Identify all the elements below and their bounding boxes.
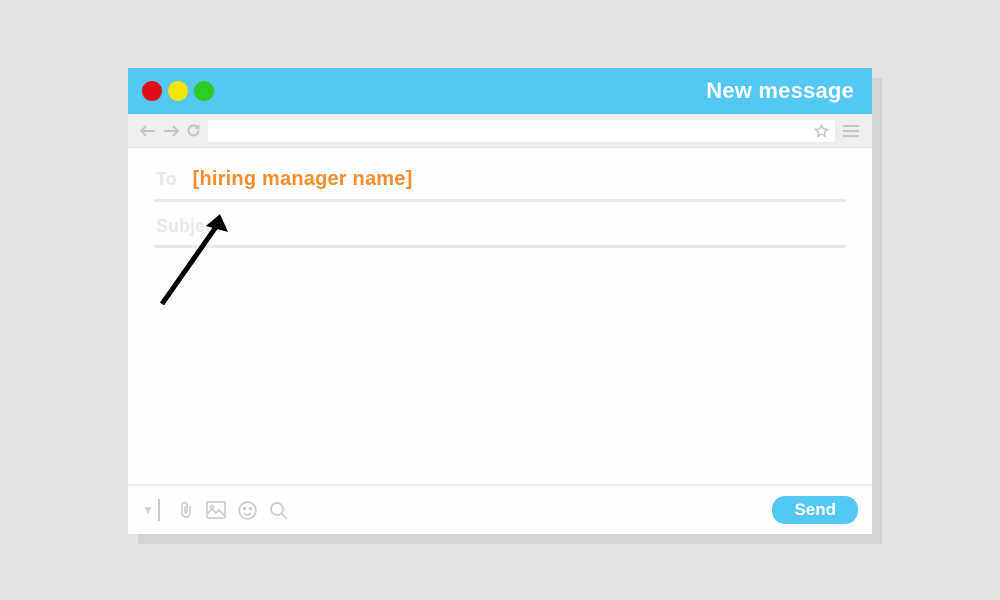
emoji-icon[interactable] — [238, 501, 257, 520]
address-bar[interactable] — [208, 120, 835, 142]
send-button[interactable]: Send — [772, 496, 858, 524]
image-icon[interactable] — [206, 501, 226, 519]
search-icon[interactable] — [269, 501, 288, 520]
forward-icon[interactable] — [163, 124, 179, 138]
subject-label: Subject — [156, 216, 221, 237]
to-value: [hiring manager name] — [193, 168, 413, 191]
expand-caret-icon[interactable]: ▼ — [142, 503, 154, 517]
close-icon[interactable] — [142, 81, 162, 101]
reload-icon[interactable] — [186, 123, 201, 138]
minimize-icon[interactable] — [168, 81, 188, 101]
compose-footer: ▼ Send — [128, 484, 872, 534]
text-cursor — [158, 499, 160, 521]
star-icon[interactable] — [814, 124, 829, 138]
window-title: New message — [706, 78, 854, 104]
subject-field-row[interactable]: Subject — [154, 212, 846, 248]
to-field-row[interactable]: To [hiring manager name] — [154, 164, 846, 202]
attachment-icon[interactable] — [178, 500, 194, 520]
titlebar: New message — [128, 68, 872, 114]
nav-toolbar — [128, 114, 872, 148]
maximize-icon[interactable] — [194, 81, 214, 101]
window-controls — [142, 81, 214, 101]
to-label: To — [156, 169, 177, 190]
compose-body: To [hiring manager name] Subject — [128, 148, 872, 484]
hamburger-icon[interactable] — [842, 124, 860, 138]
back-icon[interactable] — [140, 124, 156, 138]
compose-window: New message To [hiring manager name] Sub… — [128, 68, 872, 534]
compose-tools — [178, 500, 288, 520]
